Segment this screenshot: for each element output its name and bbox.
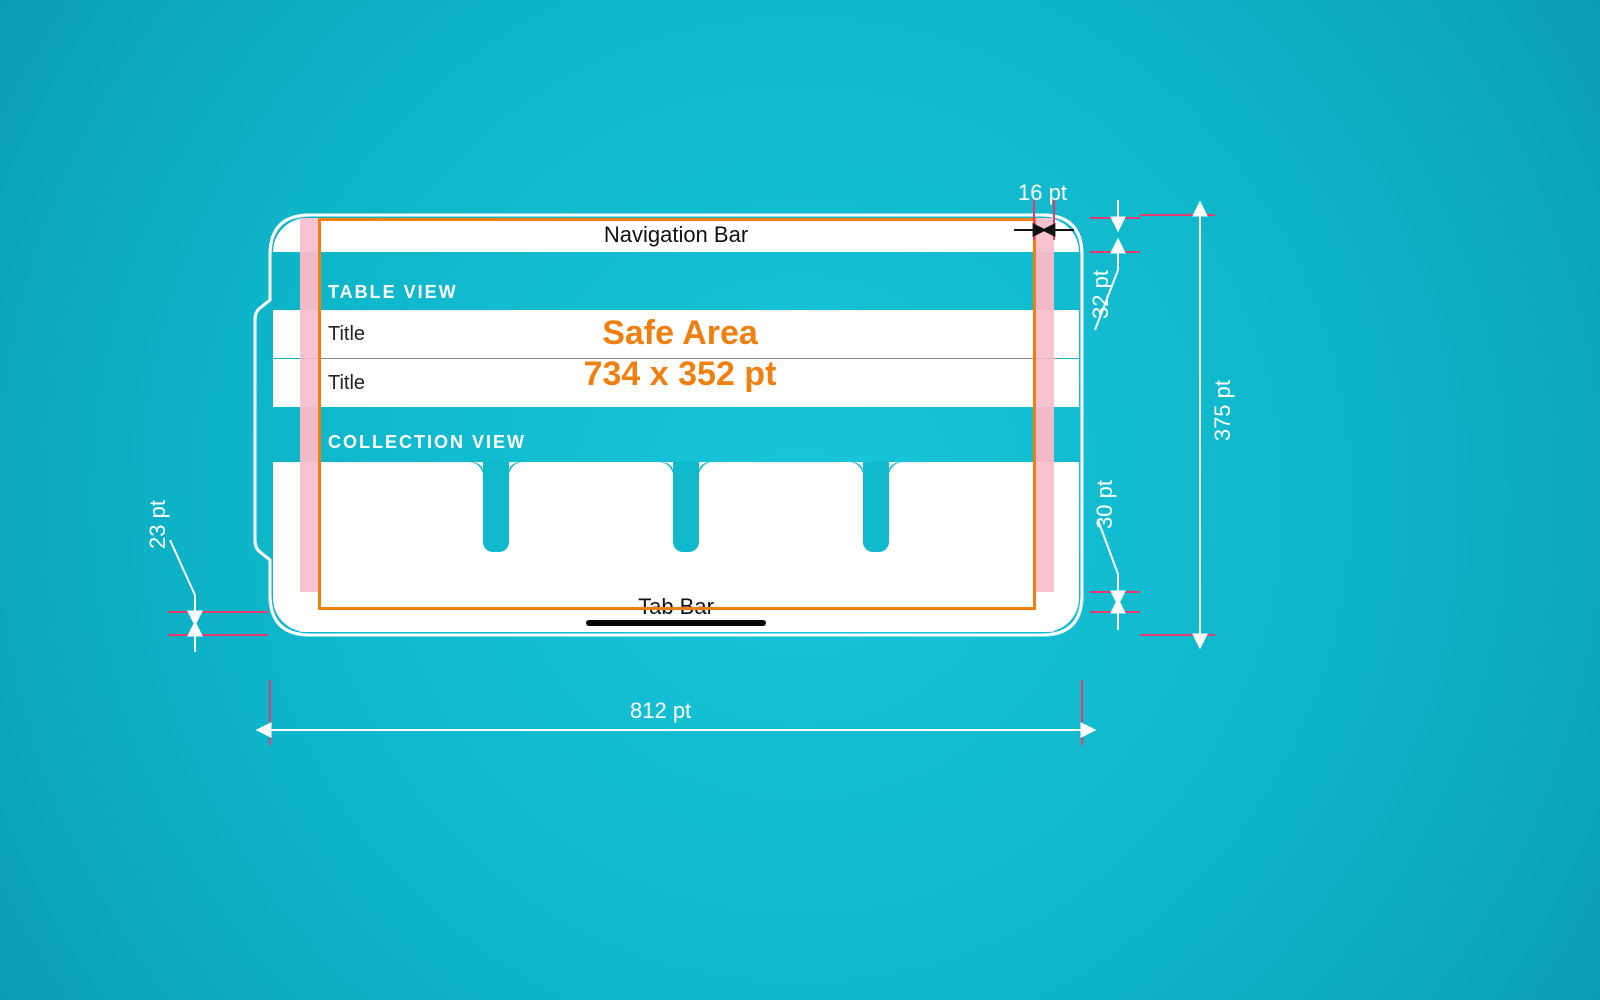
dim-tabbar-h: 30 pt	[1092, 480, 1118, 529]
dim-navbar-h: 32 pt	[1088, 270, 1114, 319]
dim-width: 812 pt	[630, 698, 691, 724]
dim-side-inset: 16 pt	[1018, 180, 1067, 206]
dim-height: 375 pt	[1210, 380, 1236, 441]
dim-home-indicator: 23 pt	[145, 500, 171, 549]
dimension-lines	[0, 0, 1600, 1000]
